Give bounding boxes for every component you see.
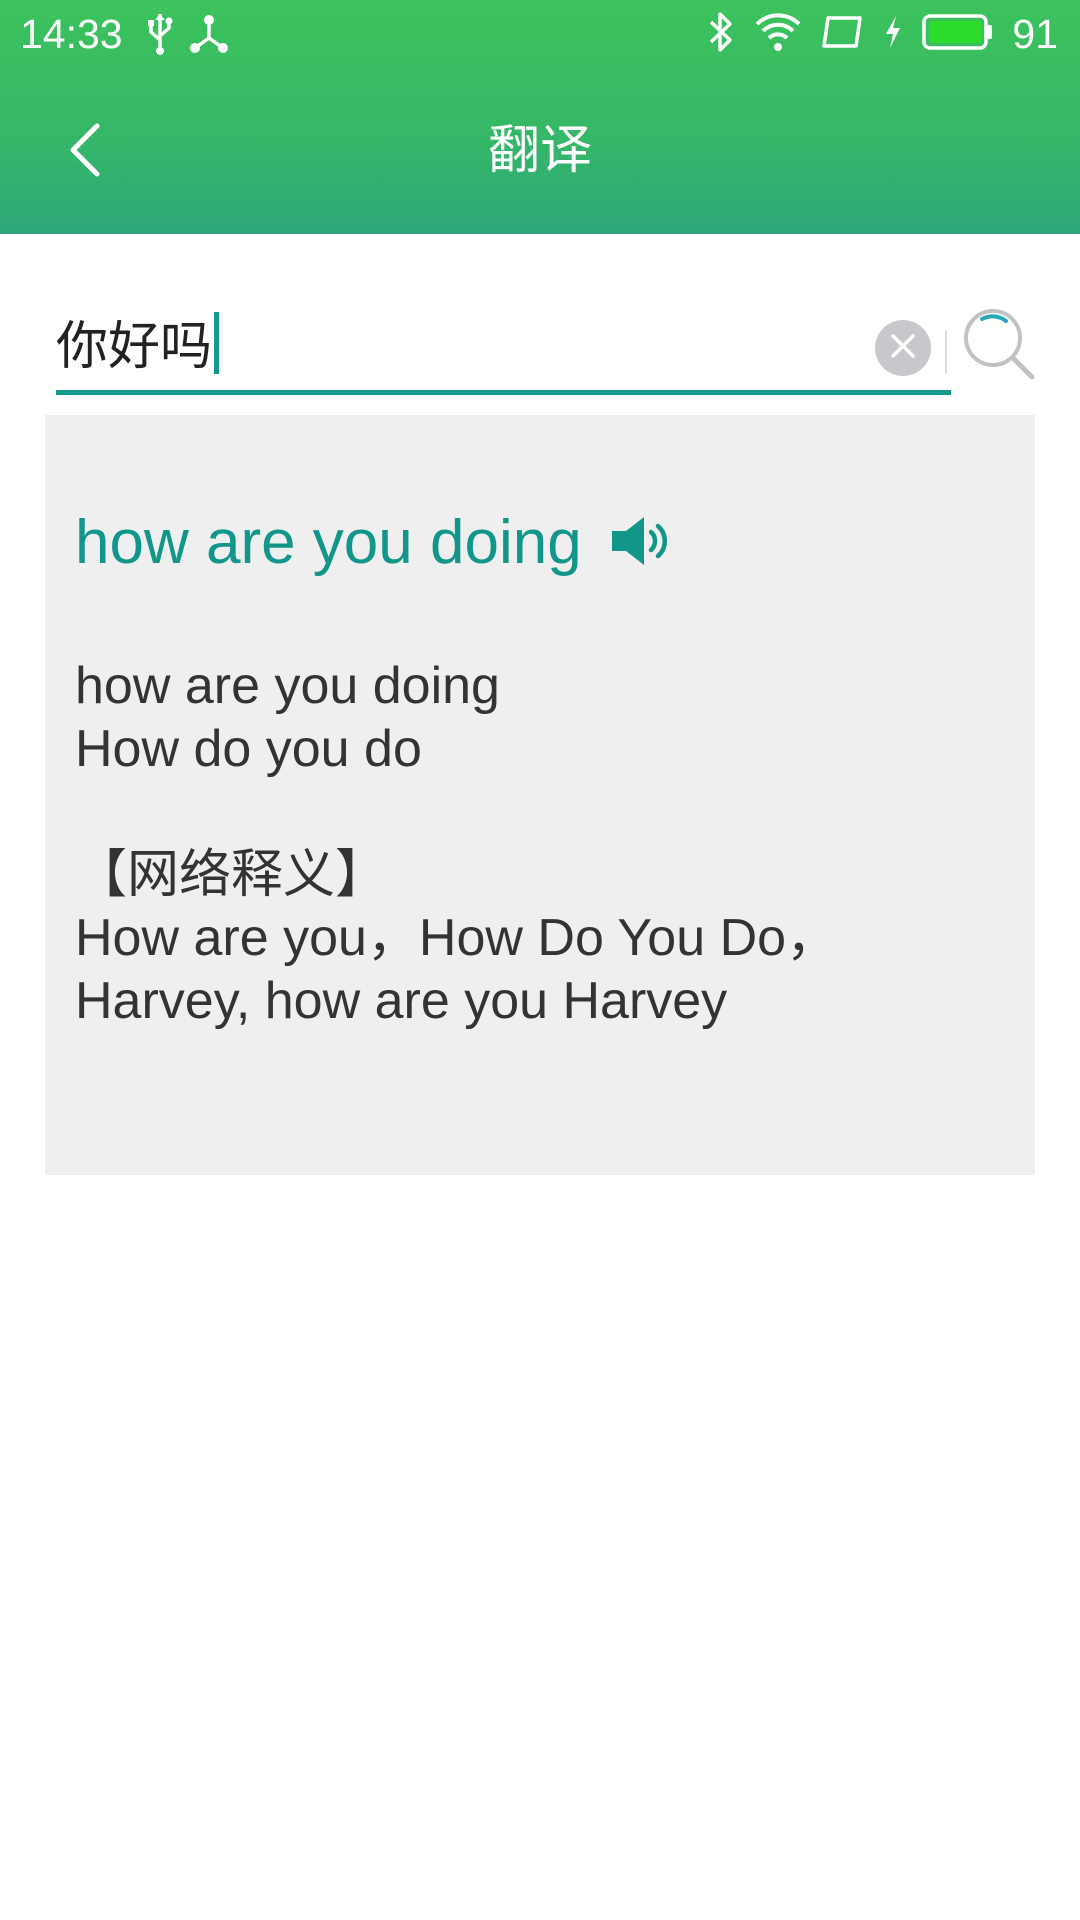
web-definition-heading: 【网络释义】 [75, 845, 388, 905]
status-bar: 14:33 91 [0, 0, 1080, 68]
battery-icon [922, 10, 994, 58]
app-header: 14:33 91 翻译 [0, 0, 1080, 234]
translation-line: how are you doing [75, 657, 500, 715]
search-divider [945, 330, 947, 374]
search-bar: 你好吗 [56, 300, 1036, 400]
page-title: 翻译 [487, 121, 592, 181]
bluetooth-icon [706, 10, 736, 58]
web-definition-line: Harvey, how are you Harvey [75, 972, 728, 1030]
usb-icon [145, 12, 175, 60]
translation-result-panel: how are you doing how are you doing How … [45, 415, 1035, 1175]
main-translation: how are you doing [75, 503, 674, 583]
usb-tether-icon [189, 12, 229, 60]
battery-level: 91 [1012, 11, 1058, 57]
text-caret [214, 312, 220, 374]
main-translation-text: how are you doing [75, 508, 582, 577]
wifi-icon [754, 10, 802, 58]
search-input[interactable]: 你好吗 [56, 300, 951, 395]
web-definition-line: How are you，How Do You Do， [75, 909, 839, 967]
search-input-value: 你好吗 [56, 317, 213, 377]
speaker-button[interactable] [608, 513, 674, 573]
status-time: 14:33 [20, 11, 123, 57]
translation-line: How do you do [75, 720, 422, 778]
close-icon [889, 332, 917, 364]
speaker-icon [608, 513, 674, 573]
status-right-icons: 91 [706, 8, 1058, 60]
charging-icon [882, 10, 904, 58]
screen-rotation-icon [820, 10, 864, 58]
search-button[interactable] [960, 305, 1040, 385]
translation-details: how are you doing How do you do 【网络释义】 H… [75, 655, 1015, 1033]
clear-button[interactable] [875, 320, 931, 376]
status-left-icons [145, 12, 229, 60]
search-icon [960, 309, 1040, 389]
